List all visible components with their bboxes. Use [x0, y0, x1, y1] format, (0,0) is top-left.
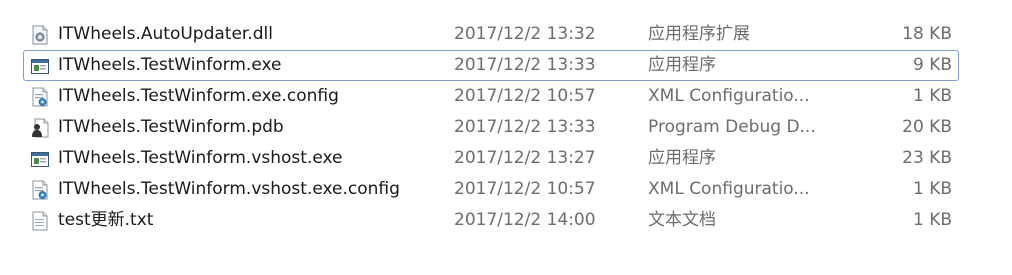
- file-size: 20 KB: [902, 117, 952, 137]
- file-row[interactable]: ITWheels.TestWinform.vshost.exe.config 2…: [23, 174, 959, 205]
- file-date: 2017/12/2 13:33: [454, 117, 596, 137]
- dll-gear-icon: [31, 25, 49, 45]
- file-type: 文本文档: [648, 210, 716, 230]
- file-date: 2017/12/2 14:00: [454, 210, 596, 230]
- file-name: test更新.txt: [58, 210, 154, 230]
- file-size: 23 KB: [902, 148, 952, 168]
- file-size: 9 KB: [912, 55, 952, 75]
- file-type: XML Configuratio...: [648, 179, 810, 199]
- file-type: 应用程序: [648, 148, 716, 168]
- file-date: 2017/12/2 13:27: [454, 148, 596, 168]
- file-row[interactable]: ITWheels.TestWinform.vshost.exe 2017/12/…: [23, 143, 959, 174]
- file-date: 2017/12/2 13:33: [454, 55, 596, 75]
- file-size: 1 KB: [912, 86, 952, 106]
- pdb-file-icon: [31, 118, 49, 138]
- file-type: 应用程序扩展: [648, 24, 750, 44]
- file-type: 应用程序: [648, 55, 716, 75]
- text-file-icon: [31, 211, 49, 231]
- file-row[interactable]: ITWheels.TestWinform.exe.config 2017/12/…: [23, 81, 959, 112]
- config-file-icon: [31, 87, 49, 107]
- config-file-icon: [31, 180, 49, 200]
- file-name: ITWheels.AutoUpdater.dll: [58, 24, 273, 44]
- file-name: ITWheels.TestWinform.pdb: [58, 117, 284, 137]
- file-row[interactable]: test更新.txt 2017/12/2 14:00 文本文档 1 KB: [23, 205, 959, 236]
- file-type: XML Configuratio...: [648, 86, 810, 106]
- file-name: ITWheels.TestWinform.exe.config: [58, 86, 339, 106]
- file-row-selected[interactable]: ITWheels.TestWinform.exe 2017/12/2 13:33…: [23, 50, 959, 81]
- file-date: 2017/12/2 10:57: [454, 179, 596, 199]
- file-date: 2017/12/2 13:32: [454, 24, 596, 44]
- exe-window-icon: [31, 56, 49, 76]
- file-row[interactable]: ITWheels.AutoUpdater.dll 2017/12/2 13:32…: [23, 19, 959, 50]
- exe-window-icon: [31, 149, 49, 169]
- file-size: 1 KB: [912, 179, 952, 199]
- file-type: Program Debug D...: [648, 117, 816, 137]
- file-row[interactable]: ITWheels.TestWinform.pdb 2017/12/2 13:33…: [23, 112, 959, 143]
- file-name: ITWheels.TestWinform.vshost.exe: [58, 148, 343, 168]
- file-size: 18 KB: [902, 24, 952, 44]
- file-date: 2017/12/2 10:57: [454, 86, 596, 106]
- file-name: ITWheels.TestWinform.vshost.exe.config: [58, 179, 400, 199]
- file-size: 1 KB: [912, 210, 952, 230]
- file-name: ITWheels.TestWinform.exe: [58, 55, 282, 75]
- file-list: ITWheels.AutoUpdater.dll 2017/12/2 13:32…: [23, 19, 959, 236]
